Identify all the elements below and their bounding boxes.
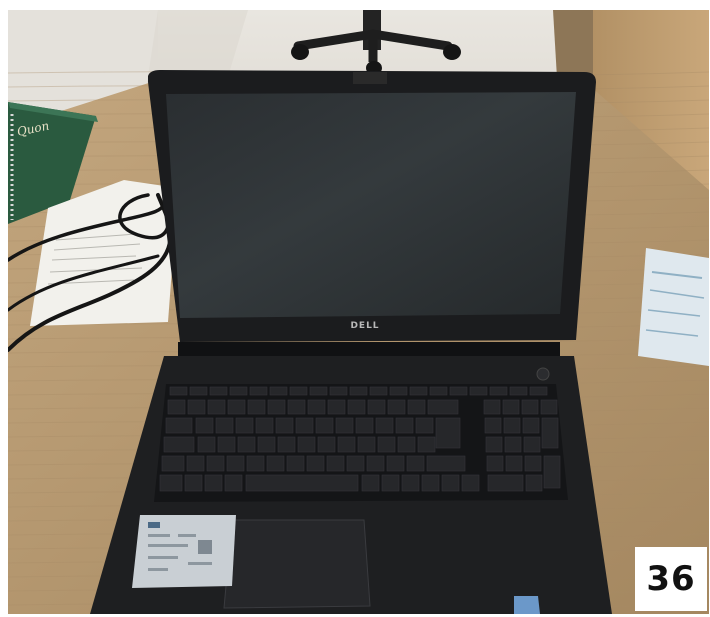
webcam-cover — [353, 72, 387, 84]
photo-number-label: 36 — [635, 547, 707, 611]
scene-illustration: Quon DELL — [8, 10, 709, 614]
windows-sticker — [132, 515, 236, 588]
intel-sticker — [514, 596, 540, 614]
laptop-screen — [166, 92, 576, 318]
receipt-paper — [638, 248, 709, 366]
touchpad — [223, 519, 371, 609]
power-button — [536, 367, 550, 381]
laptop-photo: Quon DELL 36 — [8, 10, 709, 614]
laptop-hinge — [178, 342, 560, 356]
dell-logo: DELL — [350, 321, 379, 331]
photo-frame: Quon DELL 36 — [0, 0, 710, 617]
